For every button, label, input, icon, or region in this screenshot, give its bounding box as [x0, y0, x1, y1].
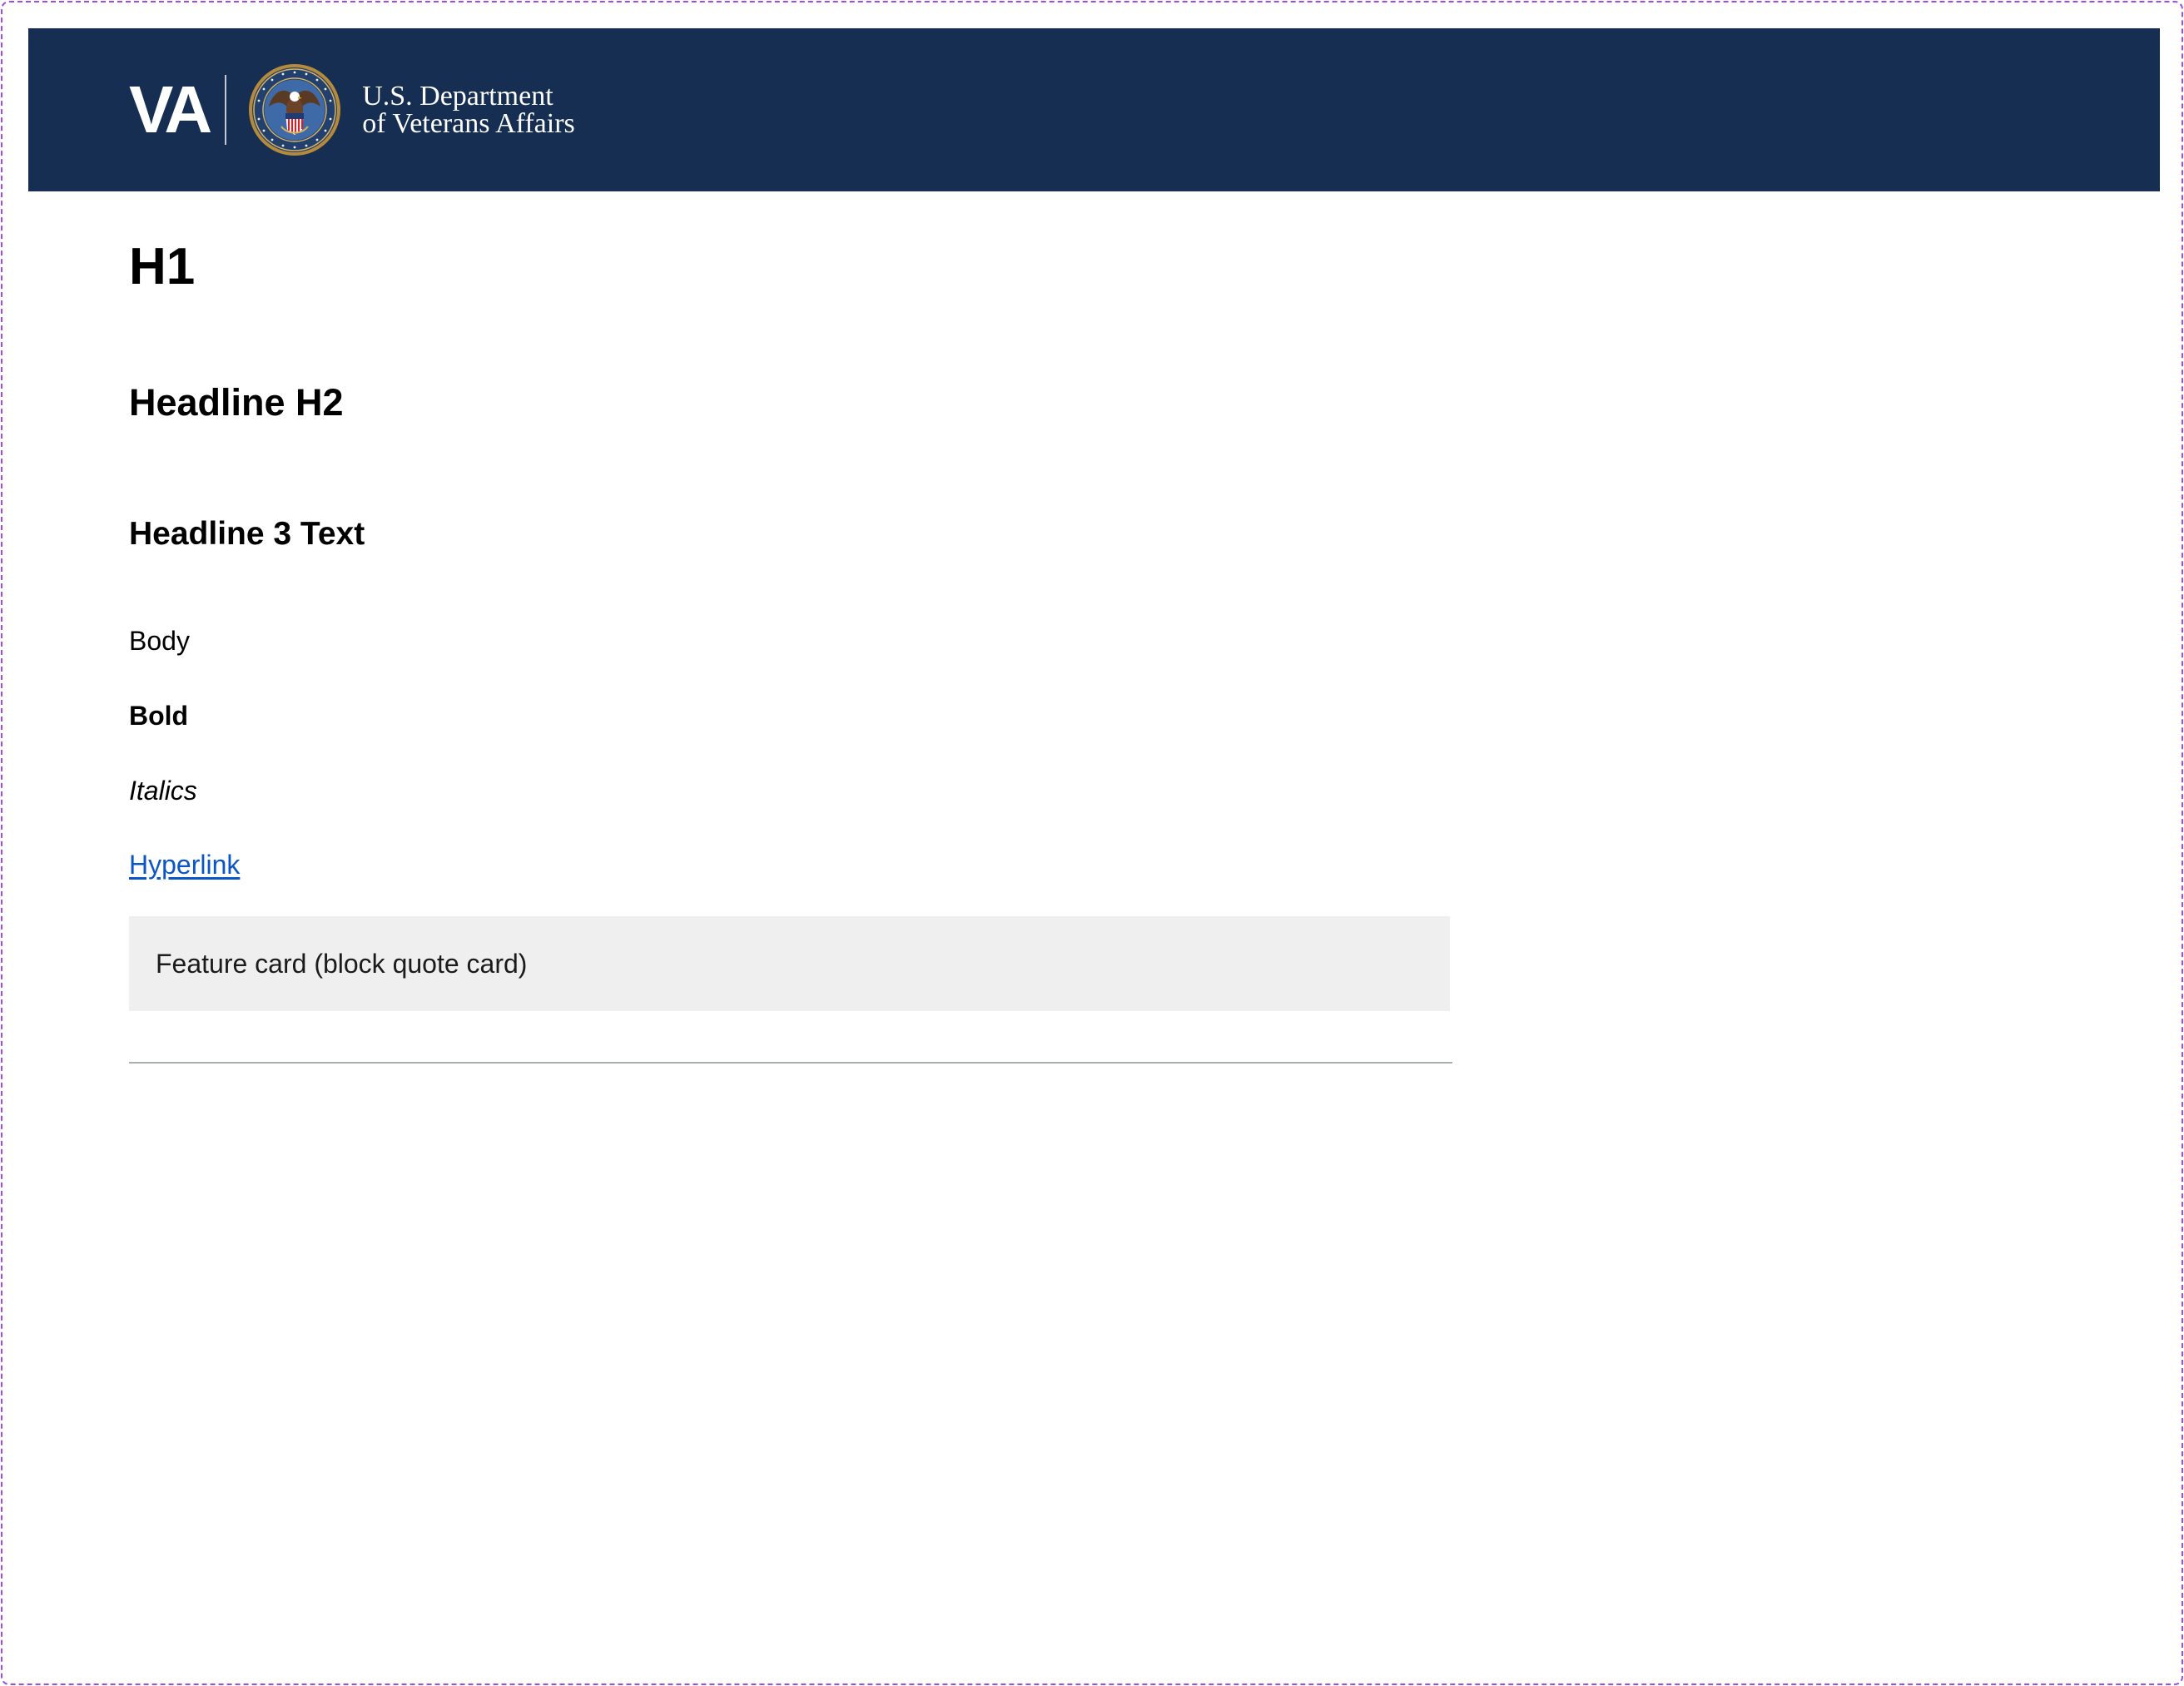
department-name-line-1: U.S. Department [362, 81, 553, 112]
horizontal-divider [129, 1062, 1452, 1064]
preview-frame: VA U.S. Department of Veterans Affairs H… [1, 1, 2183, 1685]
heading-h1: H1 [129, 238, 196, 295]
bold-text: Bold [129, 701, 189, 731]
feature-card-text: Feature card (block quote card) [156, 948, 528, 979]
logo-divider [225, 75, 227, 145]
heading-h3: Headline 3 Text [129, 516, 365, 552]
hyperlink[interactable]: Hyperlink [129, 851, 240, 878]
feature-card: Feature card (block quote card) [129, 916, 1450, 1011]
italic-text: Italics [129, 776, 197, 806]
va-header: VA U.S. Department of Veterans Affairs [28, 28, 2160, 191]
va-logo[interactable]: VA U.S. Department of Veterans Affairs [129, 64, 575, 156]
body-text: Body [129, 626, 190, 656]
va-wordmark: VA [129, 72, 212, 146]
department-name-line-2: of Veterans Affairs [362, 108, 575, 139]
va-seal-icon [249, 64, 341, 156]
heading-h2: Headline H2 [129, 381, 344, 424]
department-name: U.S. Department of Veterans Affairs [362, 81, 575, 139]
